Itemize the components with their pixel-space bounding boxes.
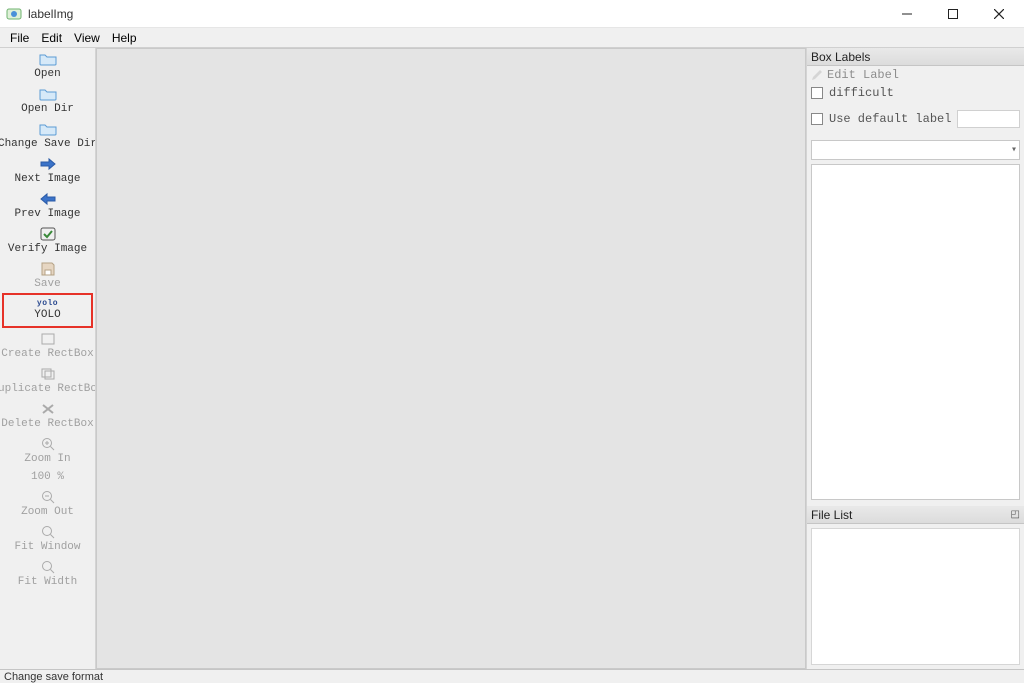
default-label-input[interactable] <box>957 110 1020 128</box>
box-labels-content: Edit Label difficult Use default label ▾ <box>807 66 1024 506</box>
label-combo[interactable]: ▾ <box>811 140 1020 160</box>
duplicate-icon <box>41 366 55 382</box>
open-label: Open <box>34 68 60 80</box>
file-list-header: File List ◰ <box>807 506 1024 524</box>
save-button: Save <box>0 258 95 293</box>
menu-file[interactable]: File <box>4 30 35 46</box>
zoom-in-button: Zoom In <box>0 433 95 468</box>
yolo-mini-label: yolo <box>37 299 58 308</box>
prev-image-label: Prev Image <box>14 208 80 220</box>
app-icon <box>6 6 22 22</box>
format-toggle-button[interactable]: yolo YOLO <box>2 293 93 328</box>
verify-image-button[interactable]: Verify Image <box>0 223 95 258</box>
default-label-row: Use default label <box>811 110 1020 128</box>
label-list[interactable] <box>811 164 1020 500</box>
fit-window-button: Fit Window <box>0 521 95 556</box>
arrow-left-icon <box>39 191 57 207</box>
delete-rectbox-button: Delete RectBox <box>0 398 95 433</box>
create-rectbox-button: Create RectBox <box>0 328 95 363</box>
close-button[interactable] <box>976 0 1022 28</box>
next-image-button[interactable]: Next Image <box>0 153 95 188</box>
use-default-checkbox[interactable] <box>811 113 823 125</box>
zoom-in-icon <box>41 436 55 452</box>
save-icon <box>41 261 55 277</box>
box-labels-title: Box Labels <box>811 50 870 64</box>
change-save-dir-button[interactable]: Change Save Dir <box>0 118 95 153</box>
format-label: YOLO <box>34 309 60 321</box>
canvas-area[interactable] <box>96 48 806 669</box>
pencil-icon <box>811 69 823 81</box>
open-dir-label: Open Dir <box>21 103 74 115</box>
file-list-title: File List <box>811 508 852 522</box>
next-image-label: Next Image <box>14 173 80 185</box>
duplicate-rectbox-button: Duplicate RectBox <box>0 363 95 398</box>
open-dir-button[interactable]: Open Dir <box>0 83 95 118</box>
arrow-right-icon <box>39 156 57 172</box>
fit-window-label: Fit Window <box>14 541 80 553</box>
folder-icon <box>39 86 57 102</box>
save-label: Save <box>34 278 60 290</box>
zoom-in-label: Zoom In <box>24 453 70 465</box>
zoom-out-label: Zoom Out <box>21 506 74 518</box>
duplicate-rectbox-label: Duplicate RectBox <box>0 383 96 395</box>
zoom-percent-label: 100 % <box>31 471 64 483</box>
use-default-label-text: Use default label <box>829 112 951 126</box>
maximize-button[interactable] <box>930 0 976 28</box>
difficult-label: difficult <box>829 86 894 100</box>
difficult-checkbox[interactable] <box>811 87 823 99</box>
minimize-button[interactable] <box>884 0 930 28</box>
zoom-out-button: Zoom Out <box>0 486 95 521</box>
window-title: labelImg <box>28 7 73 21</box>
status-bar: Change save format <box>0 669 1024 683</box>
edit-label-button: Edit Label <box>811 68 1020 82</box>
menu-view[interactable]: View <box>68 30 106 46</box>
fit-width-icon <box>41 559 55 575</box>
change-save-dir-label: Change Save Dir <box>0 138 96 150</box>
window-controls <box>884 0 1022 28</box>
titlebar: labelImg <box>0 0 1024 28</box>
zoom-out-icon <box>41 489 55 505</box>
check-icon <box>40 226 56 242</box>
delete-icon <box>41 401 55 417</box>
left-toolbar: Open Open Dir Change Save Dir Next Image <box>0 48 96 669</box>
status-text: Change save format <box>4 671 103 683</box>
file-list-panel: File List ◰ <box>807 506 1024 669</box>
folder-open-icon <box>39 51 57 67</box>
open-button[interactable]: Open <box>0 48 95 83</box>
difficult-checkbox-row[interactable]: difficult <box>811 86 1020 100</box>
menu-help[interactable]: Help <box>106 30 143 46</box>
fit-width-button: Fit Width <box>0 556 95 591</box>
delete-rectbox-label: Delete RectBox <box>1 418 93 430</box>
prev-image-button[interactable]: Prev Image <box>0 188 95 223</box>
main-area: Open Open Dir Change Save Dir Next Image <box>0 48 1024 669</box>
menubar: File Edit View Help <box>0 28 1024 48</box>
edit-label-text: Edit Label <box>827 68 899 82</box>
right-panel: Box Labels Edit Label difficult Use defa… <box>806 48 1024 669</box>
fit-window-icon <box>41 524 55 540</box>
chevron-down-icon: ▾ <box>1011 144 1017 156</box>
file-list[interactable] <box>811 528 1020 665</box>
menu-edit[interactable]: Edit <box>35 30 68 46</box>
box-labels-header: Box Labels <box>807 48 1024 66</box>
folder-arrow-icon <box>39 121 57 137</box>
fit-width-label: Fit Width <box>18 576 77 588</box>
verify-image-label: Verify Image <box>8 243 87 255</box>
rect-create-icon <box>41 331 55 347</box>
create-rectbox-label: Create RectBox <box>1 348 93 360</box>
undock-icon[interactable]: ◰ <box>1011 509 1020 520</box>
zoom-percent: 100 % <box>0 468 95 486</box>
